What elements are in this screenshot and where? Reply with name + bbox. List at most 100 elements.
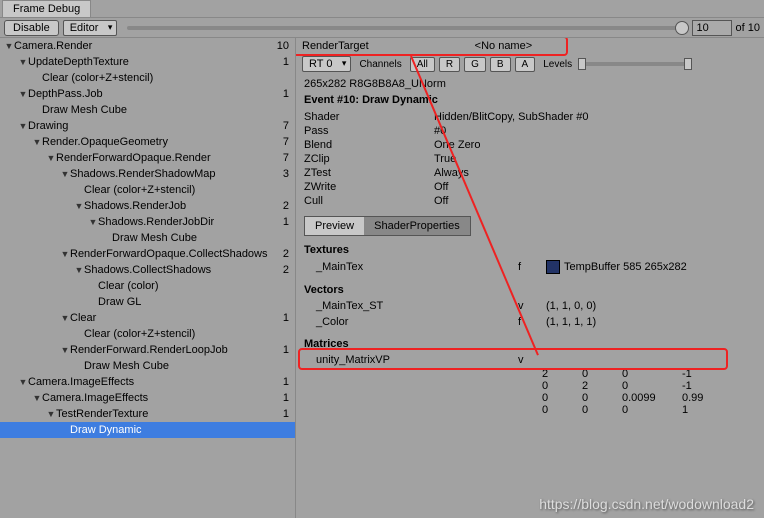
tree-row[interactable]: Clear (color+Z+stencil) xyxy=(0,182,295,198)
tree-row[interactable]: Draw GL xyxy=(0,294,295,310)
expand-icon[interactable]: ▼ xyxy=(60,345,70,355)
levels-slider[interactable] xyxy=(580,62,690,66)
tree-count: 2 xyxy=(283,264,295,276)
tree-row[interactable]: ▼Shadows.CollectShadows 2 xyxy=(0,262,295,278)
event-property-row: ZWriteOff xyxy=(304,180,756,194)
tree-row[interactable]: ▼Shadows.RenderJob2 xyxy=(0,198,295,214)
tree-row[interactable]: Clear (color) xyxy=(0,278,295,294)
matrix-cell: 0 xyxy=(582,404,622,416)
disable-button[interactable]: Disable xyxy=(4,20,59,36)
tree-row[interactable]: ▼Camera.Render10 xyxy=(0,38,295,54)
tree-row[interactable]: ▼Shadows.RenderShadowMap3 xyxy=(0,166,295,182)
tree-row[interactable]: Draw Dynamic xyxy=(0,422,295,438)
matrix-cell: 0 xyxy=(622,368,682,380)
channels-label: Channels xyxy=(355,59,405,70)
expand-icon[interactable]: ▼ xyxy=(18,89,28,99)
tree-row[interactable]: ▼Shadows.RenderJobDir1 xyxy=(0,214,295,230)
prop-key: Blend xyxy=(304,139,434,151)
tree-row[interactable]: ▼Render.OpaqueGeometry7 xyxy=(0,134,295,150)
matrix-cell: 0 xyxy=(622,380,682,392)
texture-value: TempBuffer 585 265x282 xyxy=(564,261,687,273)
expand-icon[interactable]: ▼ xyxy=(60,169,70,179)
frame-number-field[interactable]: 10 xyxy=(692,20,732,36)
texture-row[interactable]: _MainTex f TempBuffer 585 265x282 xyxy=(296,258,764,276)
tree-row[interactable]: ▼Clear1 xyxy=(0,310,295,326)
expand-icon[interactable]: ▼ xyxy=(18,121,28,131)
expand-icon[interactable]: ▼ xyxy=(74,201,84,211)
tree-label: Draw Dynamic xyxy=(70,424,142,436)
tree-row[interactable]: ▼Camera.ImageEffects1 xyxy=(0,390,295,406)
tree-row[interactable]: ▼DepthPass.Job1 xyxy=(0,86,295,102)
prop-value: True xyxy=(434,153,456,165)
frame-slider[interactable] xyxy=(127,26,681,30)
channel-all-button[interactable]: All xyxy=(410,57,435,72)
tree-row[interactable]: ▼RenderForwardOpaque.Render7 xyxy=(0,150,295,166)
vectors-header: Vectors xyxy=(304,284,756,296)
expand-icon[interactable]: ▼ xyxy=(60,249,70,259)
expand-icon[interactable]: ▼ xyxy=(74,265,84,275)
toolbar: Disable Editor 10 of 10 xyxy=(0,18,764,38)
event-property-row: CullOff xyxy=(304,194,756,208)
tree-label: Camera.ImageEffects xyxy=(28,376,134,388)
tree-label: UpdateDepthTexture xyxy=(28,56,129,68)
render-target-label: RenderTarget xyxy=(302,40,369,52)
expand-icon[interactable]: ▼ xyxy=(46,409,56,419)
tree-row[interactable]: Draw Mesh Cube xyxy=(0,230,295,246)
expand-icon[interactable]: ▼ xyxy=(4,41,14,51)
channel-a-button[interactable]: A xyxy=(515,57,536,72)
tree-count: 1 xyxy=(283,376,295,388)
tree-row[interactable]: ▼TestRenderTexture1 xyxy=(0,406,295,422)
tree-row[interactable]: ▼Camera.ImageEffects 1 xyxy=(0,374,295,390)
event-tree: ▼Camera.Render10▼UpdateDepthTexture1Clea… xyxy=(0,38,296,518)
tab-shader-properties[interactable]: ShaderProperties xyxy=(364,217,470,235)
tree-count: 7 xyxy=(283,120,295,132)
texture-type: f xyxy=(518,261,542,273)
matrix-cell: 0 xyxy=(622,404,682,416)
matrix-cell: 0 xyxy=(582,368,622,380)
matrix-cell: 0.0099 xyxy=(622,392,682,404)
detail-tabs: Preview ShaderProperties xyxy=(304,216,471,236)
matrix-cell: 1 xyxy=(682,404,722,416)
tree-label: Camera.ImageEffects xyxy=(42,392,148,404)
tree-row[interactable]: ▼Drawing7 xyxy=(0,118,295,134)
tab-preview[interactable]: Preview xyxy=(305,217,364,235)
rt0-dropdown[interactable]: RT 0 xyxy=(302,56,351,72)
texture-swatch xyxy=(546,260,560,274)
vector-value: (1, 1, 0, 0) xyxy=(546,300,596,312)
editor-dropdown[interactable]: Editor xyxy=(63,20,118,36)
matrix-cell: -1 xyxy=(682,368,722,380)
prop-value: Always xyxy=(434,167,469,179)
tree-label: Shadows.CollectShadows xyxy=(84,264,211,276)
event-property-row: BlendOne Zero xyxy=(304,138,756,152)
tree-row[interactable]: ▼RenderForward.RenderLoopJob1 xyxy=(0,342,295,358)
expand-icon[interactable]: ▼ xyxy=(46,153,56,163)
tree-count: 1 xyxy=(283,216,295,228)
tree-row[interactable]: ▼RenderForwardOpaque.CollectShadows2 xyxy=(0,246,295,262)
tree-label: TestRenderTexture xyxy=(56,408,148,420)
tree-row[interactable]: ▼UpdateDepthTexture1 xyxy=(0,54,295,70)
channel-g-button[interactable]: G xyxy=(464,57,486,72)
tree-count: 10 xyxy=(277,40,295,52)
tree-label: RenderForwardOpaque.CollectShadows xyxy=(70,248,268,260)
channel-b-button[interactable]: B xyxy=(490,57,511,72)
tree-label: Clear (color) xyxy=(98,280,159,292)
expand-icon[interactable]: ▼ xyxy=(60,313,70,323)
tree-row[interactable]: Clear (color+Z+stencil) xyxy=(0,326,295,342)
tree-row[interactable]: Draw Mesh Cube xyxy=(0,358,295,374)
expand-icon[interactable]: ▼ xyxy=(18,57,28,67)
matrix-cell: 2 xyxy=(542,368,582,380)
expand-icon[interactable]: ▼ xyxy=(32,137,42,147)
expand-icon[interactable]: ▼ xyxy=(88,217,98,227)
window-tab[interactable]: Frame Debug xyxy=(2,0,91,17)
matrix-cell: 0.99 xyxy=(682,392,722,404)
render-target-value: <No name> xyxy=(475,40,532,52)
vector-type: f xyxy=(518,316,542,328)
prop-key: Shader xyxy=(304,111,434,123)
channel-r-button[interactable]: R xyxy=(439,57,460,72)
matrix-cell: 2 xyxy=(582,380,622,392)
expand-icon[interactable]: ▼ xyxy=(18,377,28,387)
tree-row[interactable]: Clear (color+Z+stencil) xyxy=(0,70,295,86)
expand-icon[interactable]: ▼ xyxy=(32,393,42,403)
event-property-row: ZClipTrue xyxy=(304,152,756,166)
tree-row[interactable]: Draw Mesh Cube xyxy=(0,102,295,118)
